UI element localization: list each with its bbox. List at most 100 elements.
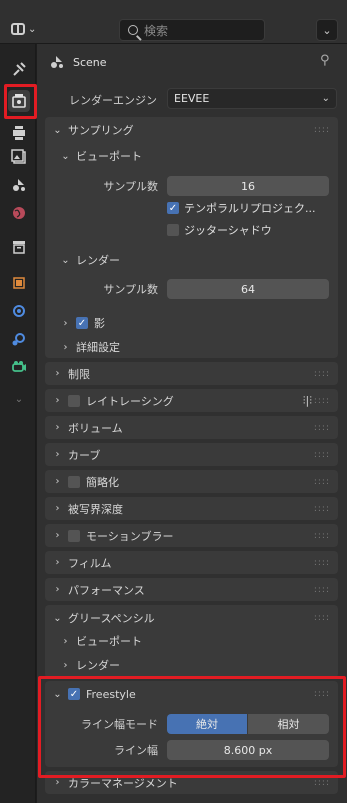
viewport-samples-field[interactable]: 16 xyxy=(167,176,329,196)
temporal-reprojection-toggle[interactable]: ✓ テンポラルリプロジェク... xyxy=(167,200,316,216)
advanced-subpanel[interactable]: › 詳細設定 xyxy=(61,339,121,355)
grease-pencil-render-label: レンダー xyxy=(76,659,120,672)
properties-tab-bar: ⌄ xyxy=(0,44,36,803)
panel-performance[interactable]: › パフォーマンス :::: xyxy=(45,578,338,601)
sampling-title: サンプリング xyxy=(68,124,134,137)
line-thickness-mode-label: ライン幅モード xyxy=(81,718,158,731)
drag-handle-icon[interactable]: :::: xyxy=(314,558,330,568)
chevron-right-icon: › xyxy=(55,530,60,541)
tab-world[interactable] xyxy=(8,202,30,224)
tab-object-data[interactable] xyxy=(8,356,30,378)
drag-handle-icon[interactable]: :::: xyxy=(314,369,330,379)
tab-scene[interactable] xyxy=(8,174,30,196)
drag-handle-icon[interactable]: :::: xyxy=(314,504,330,514)
options-dropdown-button[interactable]: ⌄ xyxy=(316,19,338,41)
drag-handle-icon[interactable]: :::: xyxy=(314,423,330,433)
grease-pencil-render-subpanel[interactable]: › レンダー xyxy=(61,657,121,673)
chevron-right-icon: › xyxy=(55,584,60,595)
render-samples-field[interactable]: 64 xyxy=(167,279,329,299)
drag-handle-icon[interactable]: :::: xyxy=(314,531,330,541)
drag-handle-icon[interactable]: :::: xyxy=(314,125,330,135)
jitter-shadows-toggle[interactable]: ジッターシャドウ xyxy=(167,222,272,238)
physics-icon xyxy=(12,333,25,346)
checkbox-unchecked-icon[interactable] xyxy=(68,475,80,488)
panel-limits[interactable]: › 制限 :::: xyxy=(45,362,338,385)
freestyle-panel: ⌄ ✓ Freestyle :::: ライン幅モード 絶対 相対 ライン幅 8.… xyxy=(45,681,338,767)
modifier-icon xyxy=(13,305,25,317)
render-engine-label: レンダーエンジン xyxy=(69,94,157,107)
mode-relative-button[interactable]: 相対 xyxy=(248,714,329,734)
chevron-right-icon: › xyxy=(63,341,68,353)
drag-handle-icon[interactable]: :::: xyxy=(314,450,330,460)
tab-tool[interactable] xyxy=(8,58,30,80)
panel-label: ボリューム xyxy=(68,421,123,435)
mode-absolute-button[interactable]: 絶対 xyxy=(167,714,247,734)
shadows-label: 影 xyxy=(94,317,105,330)
panel-label: フィルム xyxy=(68,556,112,570)
sampling-viewport-subheader[interactable]: ⌄ ビューポート xyxy=(61,148,142,164)
search-input[interactable]: 検索 xyxy=(119,19,265,41)
output-icon xyxy=(13,126,25,140)
tab-collection[interactable] xyxy=(8,236,30,258)
panel-label: 制限 xyxy=(68,367,90,381)
sampling-render-subheader[interactable]: ⌄ レンダー xyxy=(61,252,120,268)
sliders-icon[interactable]: ⫶|⫶ xyxy=(303,394,312,408)
tab-view-layer[interactable] xyxy=(8,146,30,168)
checkbox-unchecked-icon[interactable] xyxy=(68,529,80,542)
chevron-down-icon: ⌄ xyxy=(61,150,70,162)
drag-handle-icon[interactable]: :::: xyxy=(314,477,330,487)
render-engine-dropdown[interactable]: EEVEE ⌄ xyxy=(167,88,337,109)
drag-handle-icon[interactable]: :::: xyxy=(314,585,330,595)
panel-color-management[interactable]: › カラーマネージメント :::: xyxy=(45,771,338,794)
panel-curves[interactable]: › カーブ :::: xyxy=(45,443,338,466)
render-engine-value: EEVEE xyxy=(174,92,210,105)
panel-raytracing[interactable]: › レイトレーシング ⫶|⫶ :::: xyxy=(45,389,338,412)
chevron-right-icon: › xyxy=(63,635,68,647)
freestyle-header[interactable]: ⌄ ✓ Freestyle :::: xyxy=(45,681,338,707)
freestyle-title: Freestyle xyxy=(86,687,136,701)
tab-output[interactable] xyxy=(8,122,30,144)
tab-modifier[interactable] xyxy=(8,300,30,322)
tab-expand[interactable]: ⌄ xyxy=(8,388,30,410)
chevron-right-icon: › xyxy=(63,659,68,671)
panel-depth-of-field[interactable]: › 被写界深度 :::: xyxy=(45,497,338,520)
drag-handle-icon[interactable]: :::: xyxy=(314,396,330,406)
grease-pencil-viewport-subpanel[interactable]: › ビューポート xyxy=(61,633,143,649)
chevron-down-icon: ⌄ xyxy=(28,23,37,35)
scene-icon xyxy=(51,56,63,68)
panel-motion-blur[interactable]: › モーションブラー :::: xyxy=(45,524,338,547)
drag-handle-icon[interactable]: :::: xyxy=(314,778,330,788)
sampling-header[interactable]: ⌄ サンプリング :::: xyxy=(45,117,338,143)
scene-icon xyxy=(13,179,25,191)
line-thickness-field[interactable]: 8.600 px xyxy=(167,740,329,760)
advanced-label: 詳細設定 xyxy=(76,341,120,354)
tab-physics[interactable] xyxy=(8,328,30,350)
panel-label: 被写界深度 xyxy=(68,502,123,516)
panel-simplify[interactable]: › 簡略化 :::: xyxy=(45,470,338,493)
grease-pencil-header[interactable]: ⌄ グリースペンシル :::: xyxy=(45,605,338,631)
panel-label: パフォーマンス xyxy=(68,583,145,597)
tab-object[interactable] xyxy=(8,272,30,294)
render-tab-highlight xyxy=(4,84,37,119)
chevron-right-icon: › xyxy=(55,503,60,514)
line-thickness-value: 8.600 px xyxy=(223,743,273,757)
sampling-render-title: レンダー xyxy=(76,254,120,267)
panel-volumes[interactable]: › ボリューム :::: xyxy=(45,416,338,439)
drag-handle-icon[interactable]: :::: xyxy=(314,613,330,623)
pin-icon[interactable]: ⚲ xyxy=(320,53,330,68)
drag-handle-icon[interactable]: :::: xyxy=(314,689,330,699)
chevron-right-icon: › xyxy=(55,449,60,460)
grease-pencil-viewport-label: ビューポート xyxy=(76,635,142,648)
chevron-right-icon: › xyxy=(55,395,60,406)
search-icon xyxy=(128,25,138,35)
editor-type-button[interactable]: ⌄ xyxy=(6,18,44,40)
checkbox-checked-icon[interactable]: ✓ xyxy=(68,688,80,700)
world-icon xyxy=(13,207,25,219)
panel-film[interactable]: › フィルム :::: xyxy=(45,551,338,574)
shadows-subpanel[interactable]: › ✓ 影 xyxy=(61,315,105,331)
tool-icon xyxy=(13,62,26,76)
context-label: Scene xyxy=(73,55,107,69)
viewport-samples-value: 16 xyxy=(241,179,255,193)
chevron-right-icon: › xyxy=(55,557,60,568)
checkbox-unchecked-icon[interactable] xyxy=(68,394,80,407)
